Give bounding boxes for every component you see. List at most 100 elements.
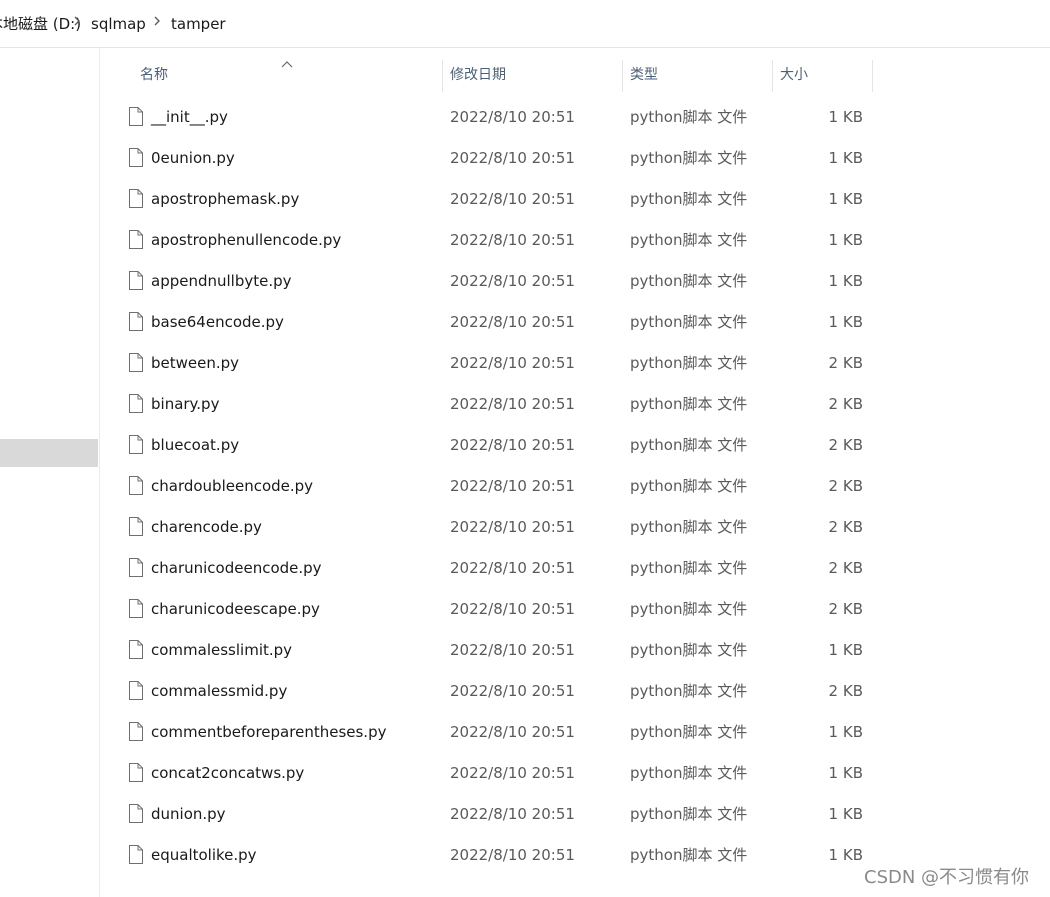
- file-type: python脚本 文件: [630, 395, 748, 413]
- file-name: commalesslimit.py: [151, 641, 293, 659]
- file-type: python脚本 文件: [630, 723, 748, 741]
- column-divider[interactable]: [442, 60, 443, 92]
- file-type: python脚本 文件: [630, 641, 748, 659]
- file-type: python脚本 文件: [630, 354, 748, 372]
- file-type: python脚本 文件: [630, 272, 748, 290]
- file-name: base64encode.py: [151, 313, 284, 331]
- file-type: python脚本 文件: [630, 600, 748, 618]
- document-icon: [128, 188, 144, 209]
- breadcrumb-item-drive[interactable]: 本地磁盘 (D:): [0, 14, 81, 34]
- file-type: python脚本 文件: [630, 764, 748, 782]
- file-type: python脚本 文件: [630, 805, 748, 823]
- file-name: charencode.py: [151, 518, 262, 536]
- sort-ascending-icon: [281, 54, 293, 68]
- file-row[interactable]: commentbeforeparentheses.py 2022/8/10 20:…: [101, 712, 1050, 752]
- file-name: commentbeforeparentheses.py: [151, 723, 387, 741]
- file-modified-date: 2022/8/10 20:51: [450, 600, 575, 618]
- document-icon: [128, 639, 144, 660]
- file-type: python脚本 文件: [630, 313, 748, 331]
- file-size: 1 KB: [828, 231, 863, 249]
- file-size: 1 KB: [828, 805, 863, 823]
- file-name: binary.py: [151, 395, 220, 413]
- file-size: 2 KB: [828, 354, 863, 372]
- breadcrumb-item-tamper[interactable]: tamper: [171, 14, 226, 34]
- file-size: 1 KB: [828, 846, 863, 864]
- column-header-type[interactable]: 类型: [630, 66, 658, 84]
- file-row[interactable]: base64encode.py 2022/8/10 20:51 python脚本 文…: [101, 302, 1050, 342]
- file-row[interactable]: appendnullbyte.py 2022/8/10 20:51 python脚本…: [101, 261, 1050, 301]
- file-row[interactable]: binary.py 2022/8/10 20:51 python脚本 文件 2 KB: [101, 384, 1050, 424]
- file-type: python脚本 文件: [630, 559, 748, 577]
- document-icon: [128, 147, 144, 168]
- file-modified-date: 2022/8/10 20:51: [450, 764, 575, 782]
- file-row[interactable]: concat2concatws.py 2022/8/10 20:51 python脚…: [101, 753, 1050, 793]
- breadcrumb-item-sqlmap[interactable]: sqlmap: [91, 14, 146, 34]
- file-name: between.py: [151, 354, 240, 372]
- document-icon: [128, 311, 144, 332]
- file-row[interactable]: chardoubleencode.py 2022/8/10 20:51 python…: [101, 466, 1050, 506]
- file-type: python脚本 文件: [630, 518, 748, 536]
- file-type: python脚本 文件: [630, 231, 748, 249]
- file-modified-date: 2022/8/10 20:51: [450, 190, 575, 208]
- file-name: commalessmid.py: [151, 682, 288, 700]
- chevron-right-icon[interactable]: [153, 14, 161, 34]
- file-row[interactable]: charunicodeencode.py 2022/8/10 20:51 pytho…: [101, 548, 1050, 588]
- column-divider[interactable]: [772, 60, 773, 92]
- column-header-modified[interactable]: 修改日期: [450, 66, 506, 84]
- document-icon: [128, 106, 144, 127]
- file-row[interactable]: commalessmid.py 2022/8/10 20:51 python脚本 文…: [101, 671, 1050, 711]
- file-row[interactable]: commalesslimit.py 2022/8/10 20:51 python脚本…: [101, 630, 1050, 670]
- document-icon: [128, 434, 144, 455]
- file-modified-date: 2022/8/10 20:51: [450, 682, 575, 700]
- file-row[interactable]: apostrophenullencode.py 2022/8/10 20:51 py…: [101, 220, 1050, 260]
- file-modified-date: 2022/8/10 20:51: [450, 395, 575, 413]
- file-size: 1 KB: [828, 149, 863, 167]
- file-row[interactable]: __init__.py 2022/8/10 20:51 python脚本 文件 1 K…: [101, 97, 1050, 137]
- file-row[interactable]: 0eunion.py 2022/8/10 20:51 python脚本 文件 1 KB: [101, 138, 1050, 178]
- file-size: 2 KB: [828, 600, 863, 618]
- file-modified-date: 2022/8/10 20:51: [450, 231, 575, 249]
- file-modified-date: 2022/8/10 20:51: [450, 272, 575, 290]
- document-icon: [128, 803, 144, 824]
- file-size: 1 KB: [828, 313, 863, 331]
- document-icon: [128, 516, 144, 537]
- file-row[interactable]: charunicodeescape.py 2022/8/10 20:51 pytho…: [101, 589, 1050, 629]
- file-modified-date: 2022/8/10 20:51: [450, 108, 575, 126]
- file-name: equaltolike.py: [151, 846, 257, 864]
- document-icon: [128, 680, 144, 701]
- file-modified-date: 2022/8/10 20:51: [450, 559, 575, 577]
- file-modified-date: 2022/8/10 20:51: [450, 641, 575, 659]
- file-size: 1 KB: [828, 108, 863, 126]
- file-modified-date: 2022/8/10 20:51: [450, 518, 575, 536]
- file-modified-date: 2022/8/10 20:51: [450, 354, 575, 372]
- file-row[interactable]: between.py 2022/8/10 20:51 python脚本 文件 2 KB: [101, 343, 1050, 383]
- document-icon: [128, 721, 144, 742]
- file-name: bluecoat.py: [151, 436, 240, 454]
- column-divider[interactable]: [622, 60, 623, 92]
- document-icon: [128, 229, 144, 250]
- chevron-right-icon[interactable]: [73, 14, 81, 34]
- file-size: 2 KB: [828, 395, 863, 413]
- file-row[interactable]: dunion.py 2022/8/10 20:51 python脚本 文件 1 KB: [101, 794, 1050, 834]
- file-modified-date: 2022/8/10 20:51: [450, 149, 575, 167]
- file-type: python脚本 文件: [630, 108, 748, 126]
- document-icon: [128, 557, 144, 578]
- navigation-pane[interactable]: [0, 48, 100, 897]
- file-row[interactable]: charencode.py 2022/8/10 20:51 python脚本 文件 2…: [101, 507, 1050, 547]
- document-icon: [128, 475, 144, 496]
- column-divider[interactable]: [872, 60, 873, 92]
- file-row[interactable]: apostrophemask.py 2022/8/10 20:51 python脚本…: [101, 179, 1050, 219]
- file-name: concat2concatws.py: [151, 764, 305, 782]
- column-header-size[interactable]: 大小: [780, 66, 808, 84]
- document-icon: [128, 844, 144, 865]
- watermark: CSDN @不习惯有你: [864, 867, 1030, 888]
- file-name: charunicodeescape.py: [151, 600, 320, 618]
- nav-item-selected[interactable]: [0, 439, 98, 467]
- file-row[interactable]: bluecoat.py 2022/8/10 20:51 python脚本 文件 2 K…: [101, 425, 1050, 465]
- breadcrumb: 本地磁盘 (D:) sqlmap tamper: [0, 0, 1050, 48]
- document-icon: [128, 352, 144, 373]
- file-type: python脚本 文件: [630, 477, 748, 495]
- file-name: charunicodeencode.py: [151, 559, 322, 577]
- column-header-name[interactable]: 名称: [140, 66, 168, 84]
- file-size: 1 KB: [828, 723, 863, 741]
